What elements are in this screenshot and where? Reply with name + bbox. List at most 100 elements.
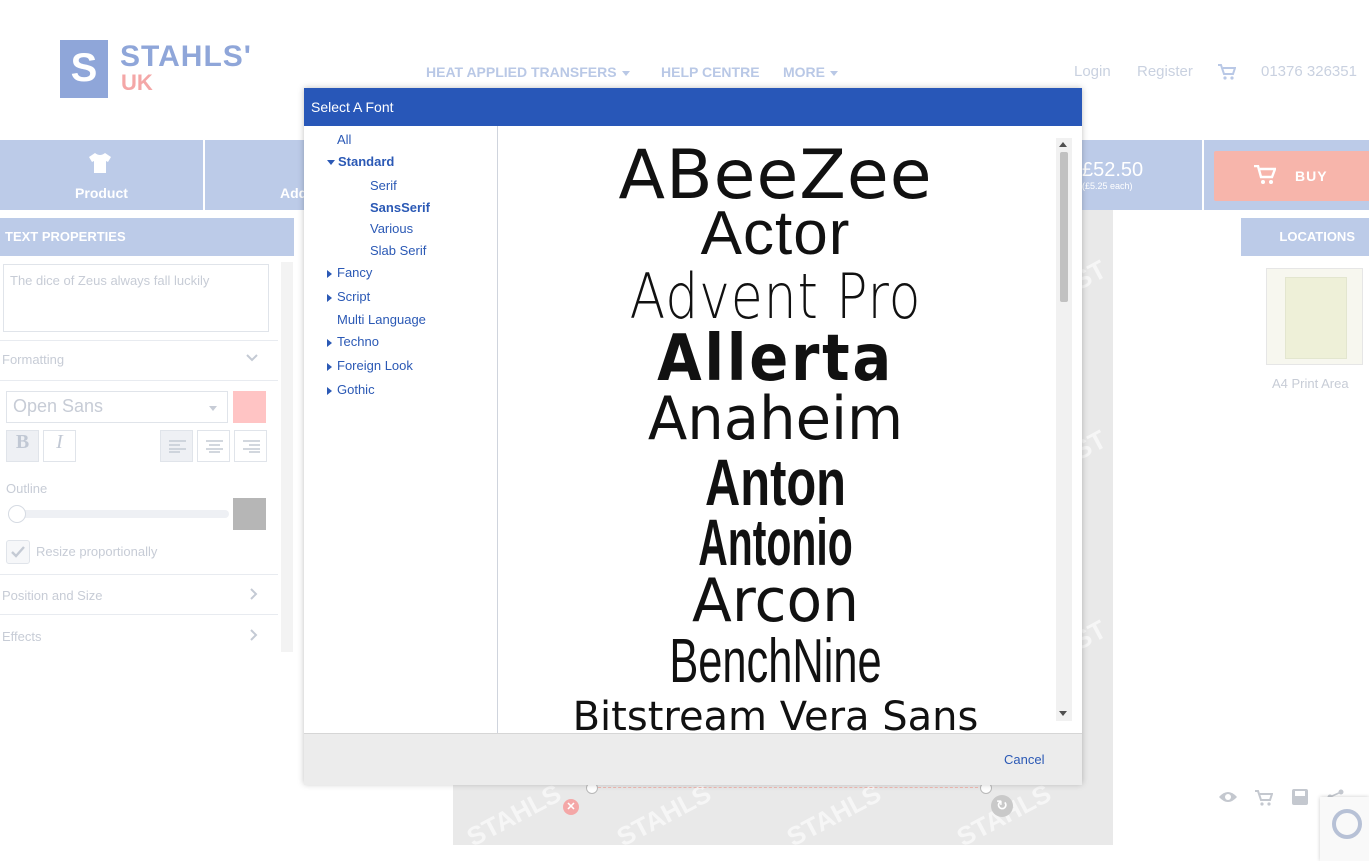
effects-label[interactable]: Effects — [2, 629, 42, 644]
phone-number[interactable]: 01376 326351 — [1261, 63, 1357, 80]
font-select[interactable]: Open Sans — [6, 391, 228, 423]
font-option-bitstream-vera-sans[interactable]: Bitstream Vera Sans — [498, 694, 1053, 733]
register-link[interactable]: Register — [1137, 63, 1193, 80]
price-value: £52.50 — [1082, 159, 1144, 181]
align-center-icon — [206, 440, 223, 453]
category-label: Serif — [370, 178, 397, 193]
login-link[interactable]: Login — [1074, 63, 1111, 80]
caret-down-icon — [209, 406, 217, 411]
print-area-preview — [1285, 277, 1347, 359]
category-techno[interactable]: Techno — [327, 334, 379, 349]
collapsed-caret-icon — [327, 386, 332, 395]
font-category-tree: All Standard Serif SansSerif Various Sla… — [304, 126, 498, 733]
cart-icon[interactable] — [1218, 64, 1237, 85]
product-tile[interactable]: Product — [0, 140, 203, 210]
eye-icon[interactable] — [1218, 790, 1238, 809]
nav-help-centre[interactable]: HELP CENTRE — [661, 64, 760, 80]
nav-label: MORE — [783, 64, 825, 80]
left-panel-scrollbar[interactable] — [281, 262, 293, 652]
category-label: Gothic — [337, 382, 375, 397]
category-fancy[interactable]: Fancy — [327, 265, 372, 280]
resize-label: Resize proportionally — [36, 544, 158, 559]
bold-button[interactable]: B — [6, 430, 39, 462]
logo-subtitle: UK — [121, 70, 153, 95]
category-foreign-look[interactable]: Foreign Look — [327, 358, 413, 373]
category-serif[interactable]: Serif — [370, 178, 397, 193]
cart-icon[interactable] — [1255, 790, 1274, 811]
expanded-caret-icon — [327, 160, 335, 166]
watermark: STAHLS — [781, 777, 886, 853]
category-all[interactable]: All — [337, 132, 351, 147]
text-color-swatch[interactable] — [233, 391, 266, 423]
category-script[interactable]: Script — [327, 289, 370, 304]
formatting-label: Formatting — [2, 352, 65, 367]
chevron-right-icon[interactable] — [250, 628, 258, 646]
slider-handle[interactable] — [8, 505, 26, 523]
collapsed-caret-icon — [327, 293, 332, 302]
category-label: All — [337, 132, 352, 147]
outline-color-swatch[interactable] — [233, 498, 266, 530]
category-label: Various — [370, 221, 414, 236]
align-right-icon — [243, 440, 260, 453]
divider — [0, 340, 278, 341]
nav-heat-applied-transfers[interactable]: HEAT APPLIED TRANSFERS — [426, 64, 630, 80]
category-label: Slab Serif — [370, 243, 427, 258]
selection-box[interactable] — [588, 787, 988, 789]
tshirt-icon — [88, 152, 112, 179]
chevron-right-icon[interactable] — [250, 587, 258, 605]
outline-slider[interactable] — [8, 505, 229, 523]
scroll-thumb[interactable] — [1060, 152, 1068, 302]
category-label: SansSerif — [370, 200, 430, 215]
recaptcha-badge[interactable] — [1320, 797, 1369, 861]
scroll-up-icon[interactable] — [1059, 142, 1067, 147]
rotate-icon[interactable]: ↻ — [991, 795, 1013, 817]
align-left-icon — [169, 440, 186, 453]
align-center-button[interactable] — [197, 430, 230, 462]
stahls-logo[interactable]: S STAHLS' UK — [60, 40, 260, 100]
cart-icon — [1254, 164, 1277, 188]
price-tile: £52.50 (£5.25 each) — [1082, 140, 1202, 210]
category-slab-serif[interactable]: Slab Serif — [370, 243, 426, 258]
font-option-actor[interactable]: Actor — [498, 198, 1053, 269]
category-various[interactable]: Various — [370, 221, 413, 236]
nav-label: HEAT APPLIED TRANSFERS — [426, 64, 617, 80]
font-option-benchnine[interactable]: BenchNine — [581, 626, 970, 697]
scroll-down-icon[interactable] — [1059, 711, 1067, 716]
align-right-button[interactable] — [234, 430, 267, 462]
save-icon[interactable] — [1292, 789, 1308, 810]
location-label: A4 Print Area — [1272, 376, 1349, 391]
check-icon — [11, 546, 25, 558]
category-label: Multi Language — [337, 312, 426, 327]
delete-icon[interactable]: ✕ — [563, 799, 579, 815]
category-sansserif[interactable]: SansSerif — [370, 200, 430, 215]
add-tile[interactable]: Add — [205, 140, 307, 210]
chevron-down-icon[interactable] — [246, 350, 258, 368]
nav-more[interactable]: MORE — [783, 64, 838, 80]
align-left-button[interactable] — [160, 430, 193, 462]
recaptcha-icon — [1332, 809, 1362, 839]
locations-header: LOCATIONS — [1241, 218, 1369, 256]
product-label: Product — [75, 185, 128, 201]
text-input[interactable]: The dice of Zeus always fall luckily — [3, 264, 269, 332]
divider — [0, 574, 278, 575]
cancel-button[interactable]: Cancel — [1004, 752, 1044, 767]
category-label: Standard — [338, 154, 395, 169]
buy-button[interactable]: BUY — [1214, 151, 1369, 201]
category-multi-language[interactable]: Multi Language — [337, 312, 426, 327]
category-gothic[interactable]: Gothic — [327, 382, 375, 397]
collapsed-caret-icon — [327, 338, 332, 347]
font-list-scrollbar[interactable] — [1056, 138, 1072, 721]
watermark: STAHLS — [611, 777, 716, 853]
nav-label: HELP CENTRE — [661, 64, 760, 80]
position-size-label[interactable]: Position and Size — [2, 588, 102, 603]
location-thumbnail[interactable] — [1266, 268, 1363, 365]
category-label: Techno — [337, 334, 379, 349]
italic-button[interactable]: I — [43, 430, 76, 462]
caret-down-icon — [830, 70, 838, 76]
logo-wordmark: STAHLS' — [120, 40, 252, 73]
resize-checkbox[interactable] — [6, 540, 30, 564]
category-label: Fancy — [337, 265, 373, 280]
price-note: (£5.25 each) — [1082, 181, 1133, 191]
category-standard[interactable]: Standard — [327, 154, 394, 169]
collapsed-caret-icon — [327, 362, 332, 371]
